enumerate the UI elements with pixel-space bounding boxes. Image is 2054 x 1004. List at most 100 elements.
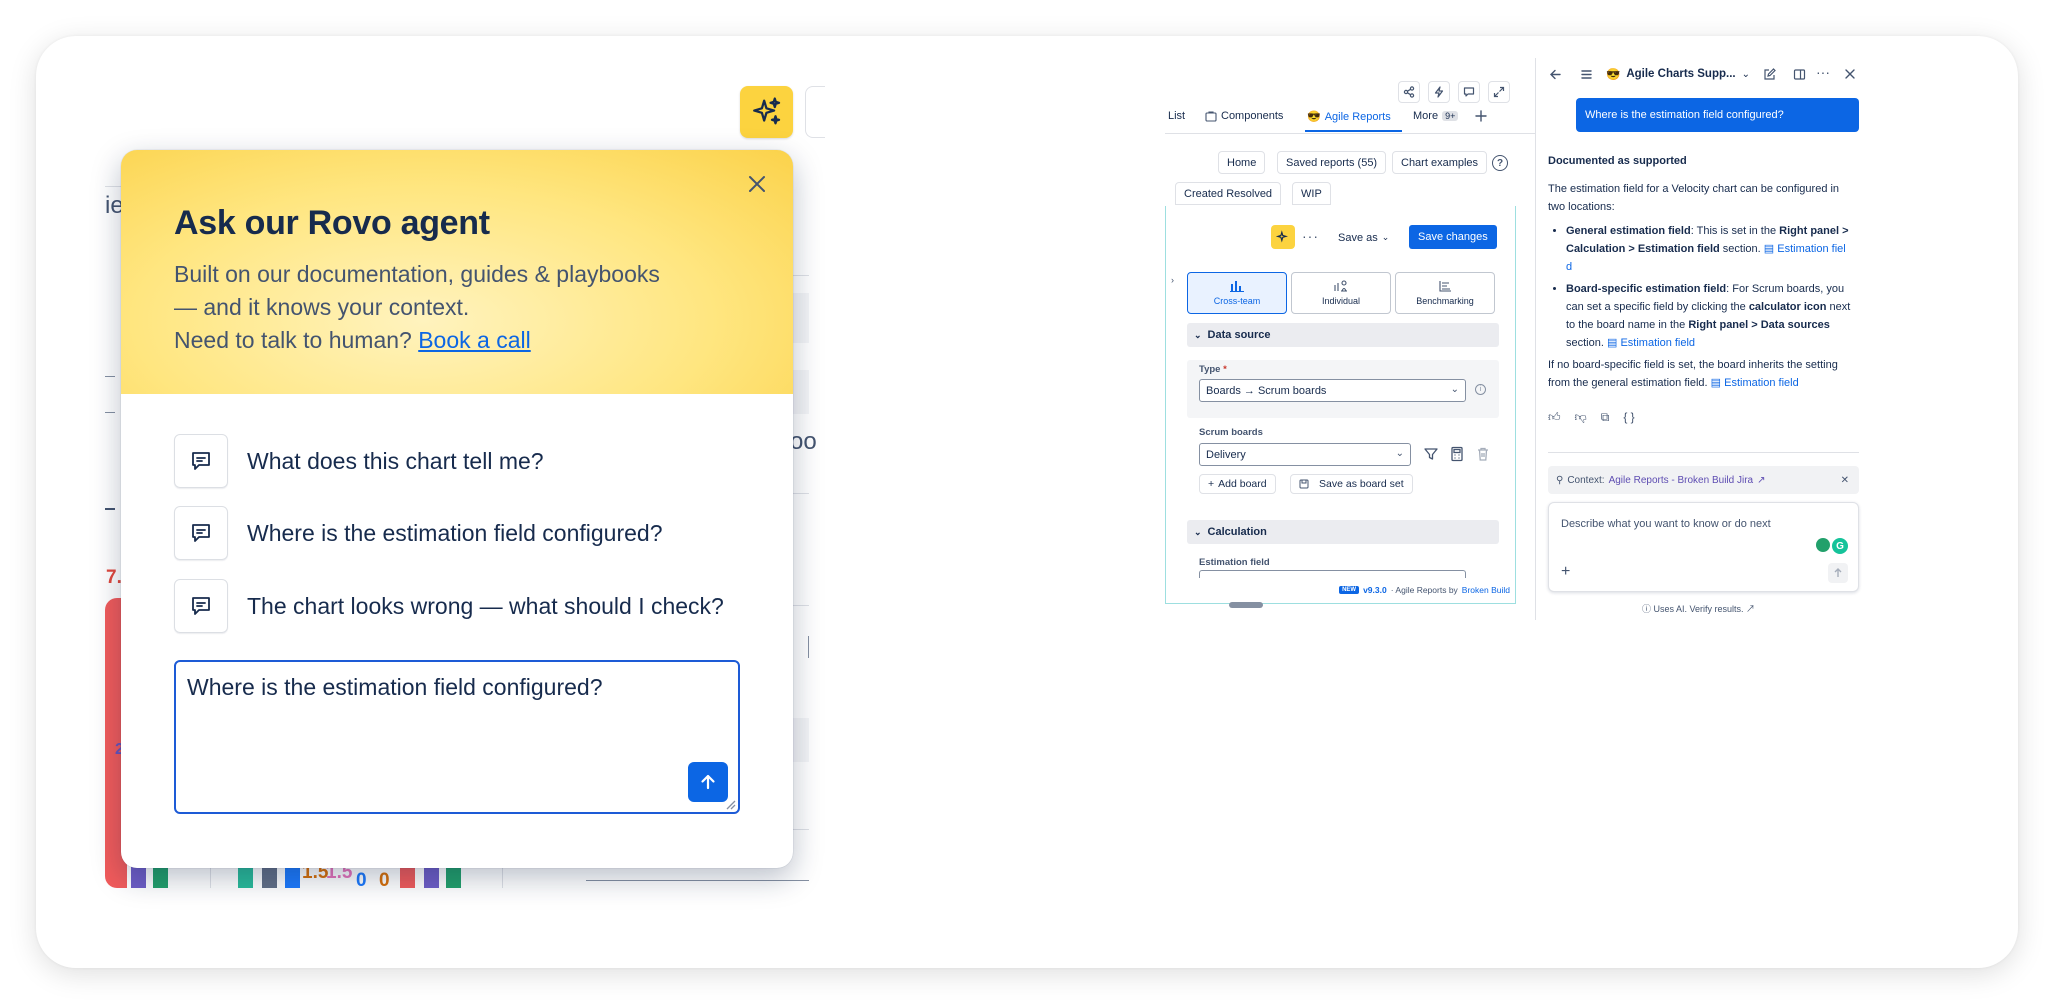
bold-text: General estimation field xyxy=(1566,225,1691,237)
chat-input[interactable]: Describe what you want to know or do nex… xyxy=(1548,502,1859,592)
fullscreen-button[interactable] xyxy=(1488,81,1510,103)
list-item: General estimation field: This is set in… xyxy=(1566,222,1858,276)
back-button[interactable] xyxy=(1549,68,1562,84)
question-text: Where is the estimation field configured… xyxy=(187,674,603,700)
suggestion-item[interactable]: The chart looks wrong — what should I ch… xyxy=(174,579,774,633)
report-tab-wip[interactable]: WIP xyxy=(1292,182,1331,205)
automation-button[interactable] xyxy=(1428,81,1450,103)
user-message-bubble: Where is the estimation field configured… xyxy=(1576,98,1859,132)
description-line: Built on our documentation, guides & pla… xyxy=(174,261,660,287)
suggestion-item[interactable]: Where is the estimation field configured… xyxy=(174,506,774,560)
nav-saved-reports-button[interactable]: Saved reports (55) xyxy=(1277,151,1387,174)
tab-components[interactable]: Components xyxy=(1205,110,1283,122)
list-item: Board-specific estimation field: For Scr… xyxy=(1566,280,1858,352)
data-source-section-header[interactable]: ⌄ Data source xyxy=(1187,323,1499,347)
tab-more[interactable]: More 9+ xyxy=(1413,110,1459,122)
nav-home-button[interactable]: Home xyxy=(1218,151,1266,174)
background-bar xyxy=(131,866,146,888)
thumbs-up-icon[interactable]: 👍︎ xyxy=(1548,410,1561,425)
disclaimer-text: Uses AI. Verify results. xyxy=(1653,604,1744,614)
bold-text: Board-specific estimation field xyxy=(1566,283,1727,295)
context-bar: ⚲ Context: Agile Reports - Broken Build … xyxy=(1548,466,1859,494)
calculation-section-header[interactable]: ⌄ Calculation xyxy=(1187,520,1499,544)
suggestion-label: What does this chart tell me? xyxy=(247,447,544,474)
rovo-launcher-button[interactable] xyxy=(740,86,793,138)
background-bar xyxy=(424,866,439,888)
toolbar-button-partial[interactable] xyxy=(805,86,825,138)
report-tab-label: WIP xyxy=(1301,187,1322,200)
horizontal-scrollbar[interactable] xyxy=(1229,602,1263,608)
save-as-board-set-button[interactable]: Save as board set xyxy=(1290,474,1413,494)
resize-grip-icon[interactable] xyxy=(724,798,736,810)
remove-context-button[interactable]: ✕ xyxy=(1841,475,1849,486)
source-link-label: d xyxy=(1566,261,1573,273)
ai-disclaimer: ⓘ Uses AI. Verify results. ↗ xyxy=(1536,602,1861,615)
help-button[interactable]: ? xyxy=(1492,155,1508,171)
sidebar-toggle-button[interactable] xyxy=(1793,68,1806,84)
background-bar xyxy=(285,866,300,888)
code-braces-icon[interactable]: { } xyxy=(1623,410,1634,425)
type-select[interactable]: Boards → Scrum boards ⌄ xyxy=(1199,379,1466,402)
context-link[interactable]: Agile Reports - Broken Build Jira xyxy=(1609,475,1754,486)
tab-list[interactable]: List xyxy=(1168,110,1185,122)
chevron-down-icon: ⌄ xyxy=(1194,329,1202,340)
add-board-button[interactable]: + Add board xyxy=(1199,474,1276,494)
send-button[interactable] xyxy=(688,762,728,802)
save-as-dropdown[interactable]: Save as ⌄ xyxy=(1330,226,1398,249)
background-vline xyxy=(808,636,809,658)
share-button[interactable] xyxy=(1398,81,1420,103)
delete-board-button[interactable] xyxy=(1475,446,1491,465)
filter-button[interactable] xyxy=(1423,446,1439,465)
segment-individual[interactable]: Individual xyxy=(1291,272,1391,314)
scrum-boards-select[interactable]: Delivery ⌄ xyxy=(1199,443,1411,466)
chevron-down-icon: ⌄ xyxy=(1194,526,1202,537)
version-footer: NEW v9.3.0 · Agile Reports by Broken Bui… xyxy=(1165,581,1516,599)
segment-label: Individual xyxy=(1321,296,1361,306)
background-right-text: oo xyxy=(790,428,817,455)
save-changes-button[interactable]: Save changes xyxy=(1409,225,1497,249)
source-link[interactable]: ▤ Estimation field xyxy=(1711,377,1799,389)
send-message-button[interactable] xyxy=(1828,563,1848,583)
panel-collapse-handle[interactable]: › xyxy=(1171,275,1174,285)
add-attachment-button[interactable]: + xyxy=(1561,563,1570,581)
body-text: section. xyxy=(1566,337,1604,349)
estimation-field-select-partial[interactable] xyxy=(1199,570,1466,578)
tab-agile-reports[interactable]: 😎 Agile Reports xyxy=(1307,110,1391,124)
tab-label: Components xyxy=(1221,110,1284,122)
rovo-mini-button[interactable] xyxy=(1271,225,1295,249)
question-textarea[interactable]: Where is the estimation field configured… xyxy=(174,660,740,814)
feedback-button[interactable] xyxy=(1458,81,1480,103)
more-options-button[interactable]: ··· xyxy=(1302,228,1319,244)
calculator-button[interactable] xyxy=(1449,446,1465,465)
thumbs-down-icon[interactable]: 👎︎ xyxy=(1575,410,1587,425)
book-a-call-link[interactable]: Book a call xyxy=(418,327,531,353)
suggestion-item[interactable]: What does this chart tell me? xyxy=(174,434,774,488)
menu-button[interactable] xyxy=(1580,68,1593,84)
chat-icon xyxy=(174,579,228,633)
nav-chart-examples-button[interactable]: Chart examples xyxy=(1392,151,1488,174)
chevron-down-icon: ⌄ xyxy=(1395,448,1404,459)
scrum-boards-value: Delivery xyxy=(1206,448,1246,461)
agent-selector[interactable]: 😎 Agile Charts Supp... ⌄ xyxy=(1606,67,1750,81)
jira-main-panel: List Components 😎 Agile Reports More 9+ … xyxy=(1165,58,1535,620)
section-title: Data source xyxy=(1207,329,1271,341)
close-panel-button[interactable] xyxy=(1844,68,1856,83)
footer-text: · Agile Reports by xyxy=(1390,585,1458,595)
add-tab-button[interactable] xyxy=(1475,110,1487,122)
source-link-label: Estimation field xyxy=(1724,377,1799,389)
more-actions-button[interactable]: ··· xyxy=(1816,64,1830,80)
copy-icon[interactable]: ⧉ xyxy=(1601,410,1610,425)
report-tab-created-resolved[interactable]: Created Resolved xyxy=(1175,182,1282,205)
more-icon: ··· xyxy=(1816,64,1830,80)
tabs-divider xyxy=(1165,133,1535,134)
vendor-link[interactable]: Broken Build xyxy=(1462,585,1510,595)
segment-cross-team[interactable]: Cross-team xyxy=(1187,272,1287,314)
new-chat-button[interactable] xyxy=(1763,68,1776,84)
segment-benchmarking[interactable]: Benchmarking xyxy=(1395,272,1495,314)
background-bar xyxy=(446,866,461,888)
edit-icon xyxy=(1764,68,1776,80)
section-title: Calculation xyxy=(1207,526,1267,538)
source-link[interactable]: ▤ Estimation field xyxy=(1607,337,1695,349)
close-button[interactable] xyxy=(741,168,773,200)
panel-icon xyxy=(1793,69,1806,80)
